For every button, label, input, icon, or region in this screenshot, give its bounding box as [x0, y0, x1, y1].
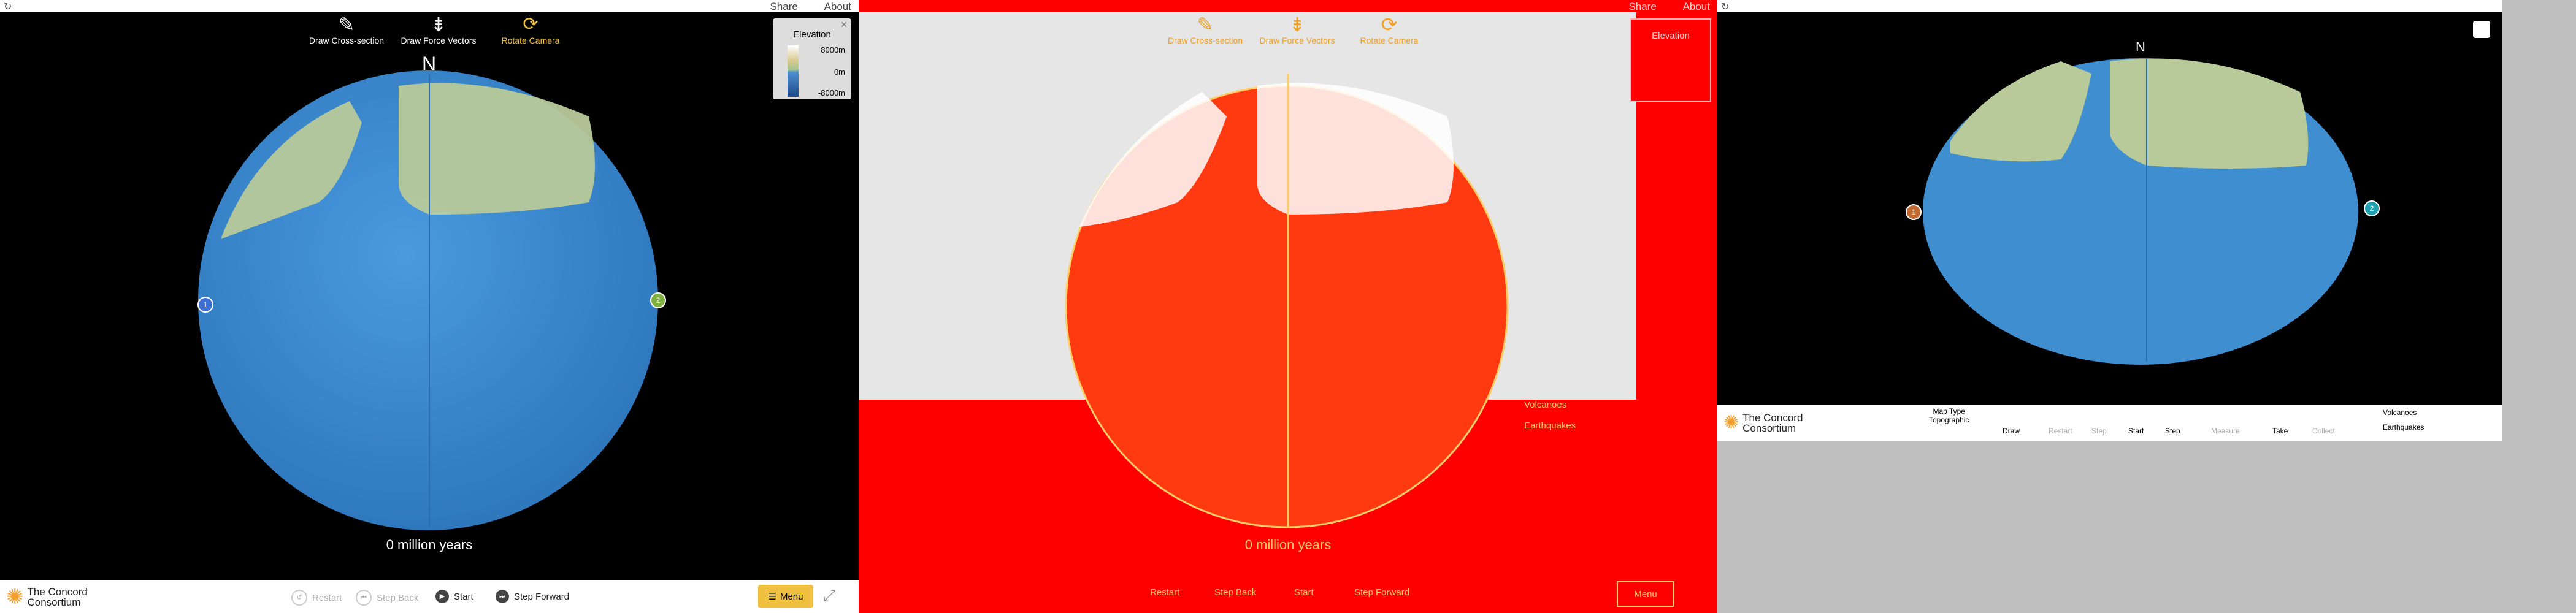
logo-sun-icon: ✺: [1723, 413, 1739, 433]
edge-time-label: 0 million years: [1244, 537, 1332, 552]
edge-volcanoes-label: Volcanoes: [1524, 400, 1567, 410]
bottom-bar-compact: ✺ The Concord Consortium Map Type Topogr…: [1717, 405, 2502, 441]
bottom-bar: ✺ The Concord Consortium ↺ Restart ⏮ Ste…: [0, 580, 859, 613]
edge-volcanoes-toggle[interactable]: Volcanoes: [1524, 400, 1566, 410]
plate-marker-left[interactable]: 1: [197, 297, 213, 313]
step-forward-label: Step Forward: [514, 591, 570, 602]
play-icon: ▶: [435, 590, 449, 603]
step-back-button-compact[interactable]: Step: [2091, 427, 2107, 435]
edge-earthquakes-toggle[interactable]: Earthquakes: [1524, 421, 1576, 431]
concord-logo-compact: ✺ The Concord Consortium: [1723, 412, 1803, 433]
menu-button[interactable]: ☰ Menu: [758, 585, 813, 608]
logo-line-2-compact: Consortium: [1742, 422, 1796, 434]
start-button[interactable]: ▶ Start: [435, 590, 473, 603]
plate-marker-left-compact[interactable]: 1: [1906, 204, 1922, 220]
logo-sun-icon: ✺: [6, 585, 24, 609]
plate-marker-right[interactable]: 2: [650, 292, 666, 308]
concord-logo: ✺ The Concord Consortium: [6, 585, 88, 609]
planet-globe-edges: [1065, 74, 1509, 528]
step-back-icon: ⏮: [356, 590, 372, 606]
edge-step-forward-label: Step Forward: [1354, 587, 1410, 598]
simulation-panel-edge-view: Share About ✎ Draw Cross-section ⇟ Draw …: [859, 0, 1717, 613]
earthquakes-toggle-compact[interactable]: Earthquakes: [2383, 423, 2424, 432]
menu-icon: ☰: [768, 592, 776, 602]
plate-marker-right-compact[interactable]: 2: [2364, 200, 2380, 216]
edge-menu-button[interactable]: Menu: [1617, 581, 1674, 607]
map-type-label: Map Type: [1933, 407, 1965, 416]
fullscreen-icon[interactable]: ⤢: [823, 586, 836, 606]
volcanoes-toggle-compact[interactable]: Volcanoes: [2383, 408, 2417, 417]
edge-restart-button[interactable]: Restart: [1150, 587, 1179, 598]
start-button-compact[interactable]: Start: [2128, 427, 2144, 435]
continent-right: [399, 83, 595, 215]
time-label: 0 million years: [386, 537, 473, 552]
step-forward-button-compact[interactable]: Step: [2165, 427, 2180, 435]
logo-line-1-compact: The Concord: [1742, 411, 1803, 424]
planet-globe-compact[interactable]: [1717, 0, 2502, 441]
edge-step-forward-button[interactable]: Step Forward: [1354, 587, 1409, 598]
edge-step-back-label: Step Back: [1214, 587, 1257, 598]
restart-label: Restart: [312, 592, 342, 603]
start-label: Start: [454, 591, 473, 602]
logo-line-1: The Concord: [27, 586, 88, 598]
step-forward-button[interactable]: ⏭ Step Forward: [496, 590, 569, 603]
edge-menu-label: Menu: [1634, 588, 1657, 600]
menu-label: Menu: [780, 591, 803, 602]
edge-step-back-button[interactable]: Step Back: [1214, 587, 1256, 598]
map-type-value: Topographic: [1929, 416, 1969, 424]
step-back-label: Step Back: [377, 592, 419, 603]
planet-globe[interactable]: [0, 0, 859, 613]
collect-button-compact[interactable]: Collect: [2312, 427, 2335, 435]
edge-start-label: Start: [1294, 587, 1314, 598]
take-button-compact[interactable]: Take: [2272, 427, 2288, 435]
restart-button[interactable]: ↺ Restart: [291, 590, 342, 606]
green-status-badge: [2473, 21, 2490, 38]
step-back-button[interactable]: ⏮ Step Back: [356, 590, 418, 606]
measure-button-compact[interactable]: Measure: [2211, 427, 2240, 435]
logo-line-2: Consortium: [27, 596, 81, 608]
step-forward-icon: ⏭: [496, 590, 509, 603]
edge-restart-label: Restart: [1150, 587, 1180, 598]
simulation-panel-compact: ↻ N 1 2 ✺ The Concord Consortium Map Typ…: [1717, 0, 2502, 441]
simulation-panel-main: ↻ Share About ✎ Draw Cross-section ⇟ Dra…: [0, 0, 859, 613]
restart-button-compact[interactable]: Restart: [2049, 427, 2072, 435]
edge-start-button[interactable]: Start: [1294, 587, 1314, 598]
restart-icon: ↺: [291, 590, 307, 606]
draw-button-compact[interactable]: Draw: [2003, 427, 2020, 435]
map-type-selector[interactable]: Map Type Topographic: [1929, 407, 1969, 424]
edge-earthquakes-label: Earthquakes: [1524, 421, 1576, 431]
